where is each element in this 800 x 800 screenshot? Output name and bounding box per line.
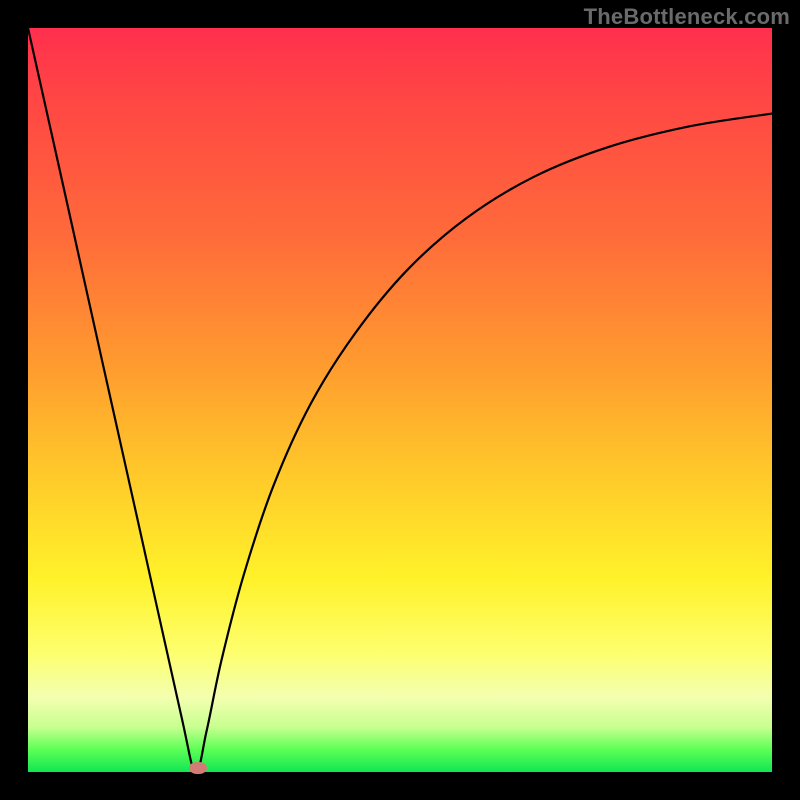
curve-svg	[28, 28, 772, 772]
minimum-marker	[189, 762, 207, 774]
curve-path	[28, 28, 772, 772]
watermark-text: TheBottleneck.com	[584, 4, 790, 30]
plot-area	[28, 28, 772, 772]
chart-frame: TheBottleneck.com	[0, 0, 800, 800]
